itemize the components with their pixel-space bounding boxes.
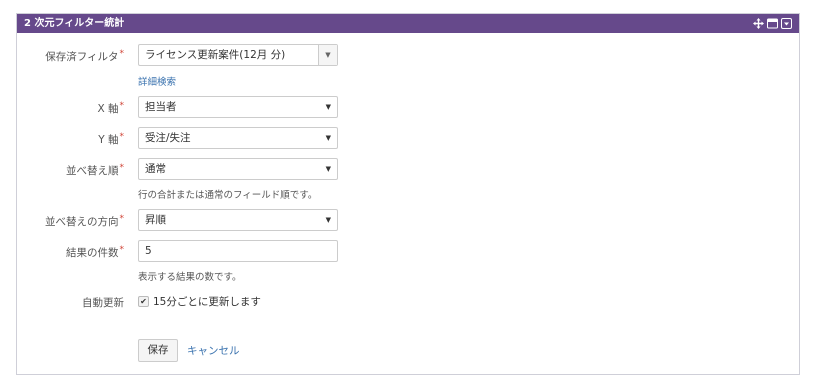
cancel-link[interactable]: キャンセル <box>187 343 240 358</box>
required-mark: * <box>119 163 125 173</box>
required-mark: * <box>119 214 125 224</box>
required-mark: * <box>119 49 125 59</box>
sort-by-label: 並べ替え順* <box>66 163 124 178</box>
auto-refresh-row: ✔ 15分ごとに更新します <box>138 294 261 309</box>
sort-by-label-text: 並べ替え順 <box>66 165 119 177</box>
y-axis-label-text: Y 軸 <box>98 134 119 146</box>
sort-by-help: 行の合計または通常のフィールド順です。 <box>138 190 318 201</box>
num-results-label: 結果の件数* <box>66 245 124 260</box>
required-mark: * <box>119 245 125 255</box>
num-results-value: 5 <box>145 245 152 257</box>
caret-down-icon: ▼ <box>325 134 331 142</box>
required-mark: * <box>119 101 125 111</box>
gadget-titlebar: 2 次元フィルター統計 <box>17 14 799 33</box>
y-axis-select[interactable]: 受注/失注 ▼ <box>138 127 338 149</box>
saved-filter-label: 保存済フィルタ* <box>45 49 124 64</box>
checkmark-icon: ✔ <box>140 297 147 306</box>
titlebar-actions <box>753 17 792 30</box>
y-axis-value: 受注/失注 <box>145 132 191 144</box>
x-axis-value: 担当者 <box>145 101 177 113</box>
caret-down-icon: ▼ <box>325 216 331 224</box>
saved-filter-label-text: 保存済フィルタ <box>45 51 119 63</box>
num-results-help: 表示する結果の数です。 <box>138 272 242 283</box>
x-axis-label: X 軸* <box>97 101 124 116</box>
gadget-panel: 2 次元フィルター統計 保存済フィルタ* ライセンス更新案件(12月 分) ▼ … <box>16 13 800 375</box>
caret-down-icon[interactable]: ▼ <box>318 45 337 65</box>
caret-down-icon: ▼ <box>325 165 331 173</box>
move-icon[interactable] <box>753 18 764 29</box>
y-axis-label: Y 軸* <box>98 132 124 147</box>
auto-refresh-label: 自動更新 <box>82 295 124 310</box>
x-axis-label-text: X 軸 <box>97 103 119 115</box>
saved-filter-value: ライセンス更新案件(12月 分) <box>145 49 286 61</box>
save-button[interactable]: 保存 <box>138 339 178 362</box>
sort-direction-label-text: 並べ替えの方向 <box>45 216 119 228</box>
auto-refresh-checkbox[interactable]: ✔ <box>138 296 149 307</box>
sort-direction-label: 並べ替えの方向* <box>45 214 124 229</box>
required-mark: * <box>119 132 125 142</box>
maximize-icon[interactable] <box>767 18 778 29</box>
sort-direction-value: 昇順 <box>145 214 166 226</box>
advanced-search-link[interactable]: 詳細検索 <box>138 74 176 88</box>
x-axis-select[interactable]: 担当者 ▼ <box>138 96 338 118</box>
num-results-input[interactable]: 5 <box>138 240 338 262</box>
sort-by-select[interactable]: 通常 ▼ <box>138 158 338 180</box>
sort-direction-select[interactable]: 昇順 ▼ <box>138 209 338 231</box>
sort-by-value: 通常 <box>145 163 166 175</box>
dropdown-menu-icon[interactable] <box>781 18 792 29</box>
auto-refresh-checkbox-label[interactable]: 15分ごとに更新します <box>153 294 261 309</box>
num-results-label-text: 結果の件数 <box>66 247 119 259</box>
saved-filter-select[interactable]: ライセンス更新案件(12月 分) ▼ <box>138 44 338 66</box>
gadget-title: 2 次元フィルター統計 <box>24 18 125 29</box>
caret-down-icon: ▼ <box>325 103 331 111</box>
auto-refresh-label-text: 自動更新 <box>82 297 124 309</box>
